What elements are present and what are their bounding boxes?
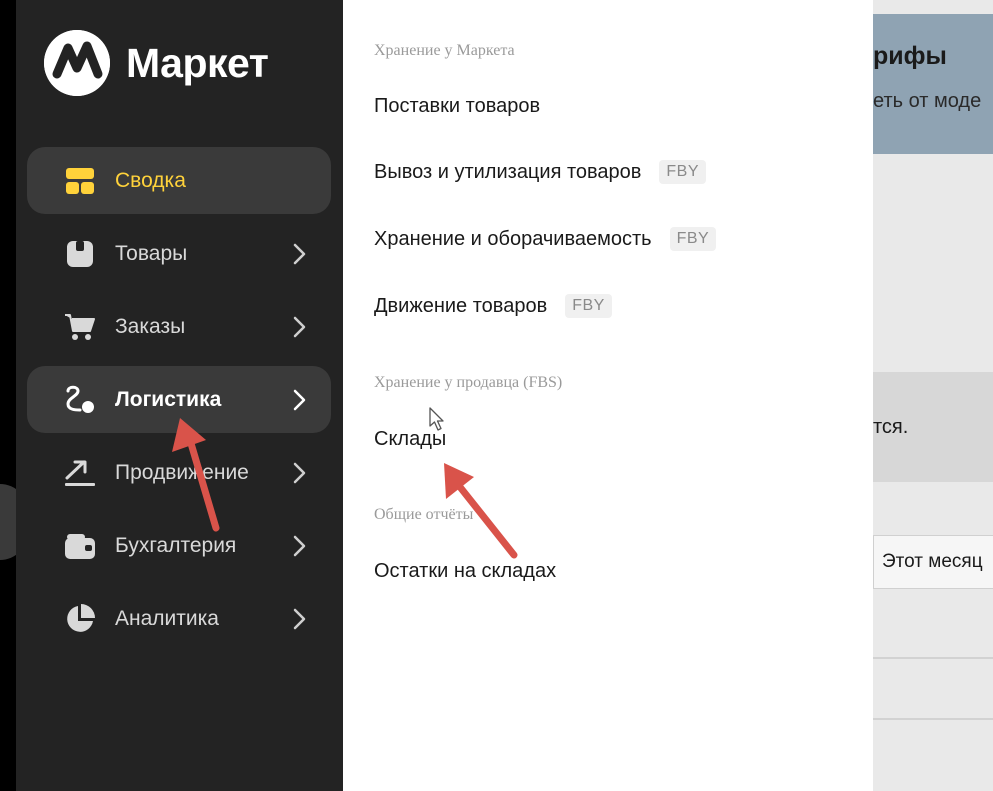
wallet-icon xyxy=(64,530,96,562)
sidebar-item-label: Товары xyxy=(115,241,188,265)
submenu-item-label: Вывоз и утилизация товаров xyxy=(374,160,642,183)
chevron-right-icon xyxy=(293,608,306,629)
sidebar-item-accounting[interactable]: Бухгалтерия xyxy=(27,512,331,579)
sidebar-item-analytics[interactable]: Аналитика xyxy=(27,585,331,652)
left-edge xyxy=(0,0,16,791)
submenu-item-stock-balance[interactable]: Остатки на складах xyxy=(374,560,556,583)
submenu-item-label: Остатки на складах xyxy=(374,560,557,582)
divider xyxy=(873,718,993,720)
sidebar-item-label: Продвижение xyxy=(115,460,249,484)
divider xyxy=(873,657,993,659)
tariff-banner xyxy=(873,14,993,154)
chevron-right-icon xyxy=(293,389,306,410)
logistics-submenu: Хранение у Маркета Поставки товаров Выво… xyxy=(343,0,873,791)
chevron-right-icon xyxy=(293,535,306,556)
submenu-item-goods-movement[interactable]: Движение товаров FBY xyxy=(374,294,612,318)
sidebar: Маркет Сводка Товары Заказы Логистика Пр… xyxy=(16,0,343,791)
market-logo-icon xyxy=(44,30,110,96)
section-title-general-reports: Общие отчёты xyxy=(374,506,474,523)
background-page: рифы еть от моде тся. Этот месяц xyxy=(873,0,993,791)
submenu-item-label: Поставки товаров xyxy=(374,95,541,117)
trend-icon xyxy=(64,457,96,489)
section-title-market-storage: Хранение у Маркета xyxy=(374,42,515,59)
fby-badge: FBY xyxy=(659,160,707,184)
banner-subtitle: еть от моде xyxy=(873,90,982,112)
submenu-item-label: Хранение и оборачиваемость xyxy=(374,227,652,250)
chevron-right-icon xyxy=(293,243,306,264)
period-label: Этот месяц xyxy=(882,551,983,572)
chevron-right-icon xyxy=(293,462,306,483)
sidebar-item-label: Бухгалтерия xyxy=(115,533,237,557)
fby-badge: FBY xyxy=(565,294,612,318)
logo[interactable]: Маркет xyxy=(44,30,269,96)
pie-chart-icon xyxy=(64,603,96,635)
sidebar-item-label: Сводка xyxy=(115,168,186,192)
chevron-right-icon xyxy=(293,316,306,337)
submenu-item-label: Движение товаров xyxy=(374,294,548,317)
sidebar-item-label: Логистика xyxy=(115,387,222,411)
logo-text: Маркет xyxy=(126,39,269,86)
section-title-seller-storage: Хранение у продавца (FBS) xyxy=(374,374,563,391)
submenu-item-storage-turnover[interactable]: Хранение и оборачиваемость FBY xyxy=(374,227,717,251)
sidebar-item-promotion[interactable]: Продвижение xyxy=(27,439,331,506)
sidebar-item-products[interactable]: Товары xyxy=(27,220,331,287)
sidebar-item-summary[interactable]: Сводка xyxy=(27,147,331,214)
sidebar-item-orders[interactable]: Заказы xyxy=(27,293,331,360)
sidebar-item-label: Заказы xyxy=(115,314,186,338)
fby-badge: FBY xyxy=(669,227,717,251)
dashboard-icon xyxy=(64,165,96,197)
period-selector[interactable]: Этот месяц xyxy=(873,535,993,589)
box-icon xyxy=(64,238,96,270)
submenu-item-supplies[interactable]: Поставки товаров xyxy=(374,95,540,118)
mouse-cursor-icon xyxy=(429,407,444,431)
submenu-item-removal[interactable]: Вывоз и утилизация товаров FBY xyxy=(374,160,707,184)
sidebar-item-label: Аналитика xyxy=(115,606,219,630)
info-block-text: тся. xyxy=(873,416,909,438)
banner-title: рифы xyxy=(873,42,947,70)
sidebar-item-logistics[interactable]: Логистика xyxy=(27,366,331,433)
cart-icon xyxy=(64,311,96,343)
route-icon xyxy=(64,384,96,416)
